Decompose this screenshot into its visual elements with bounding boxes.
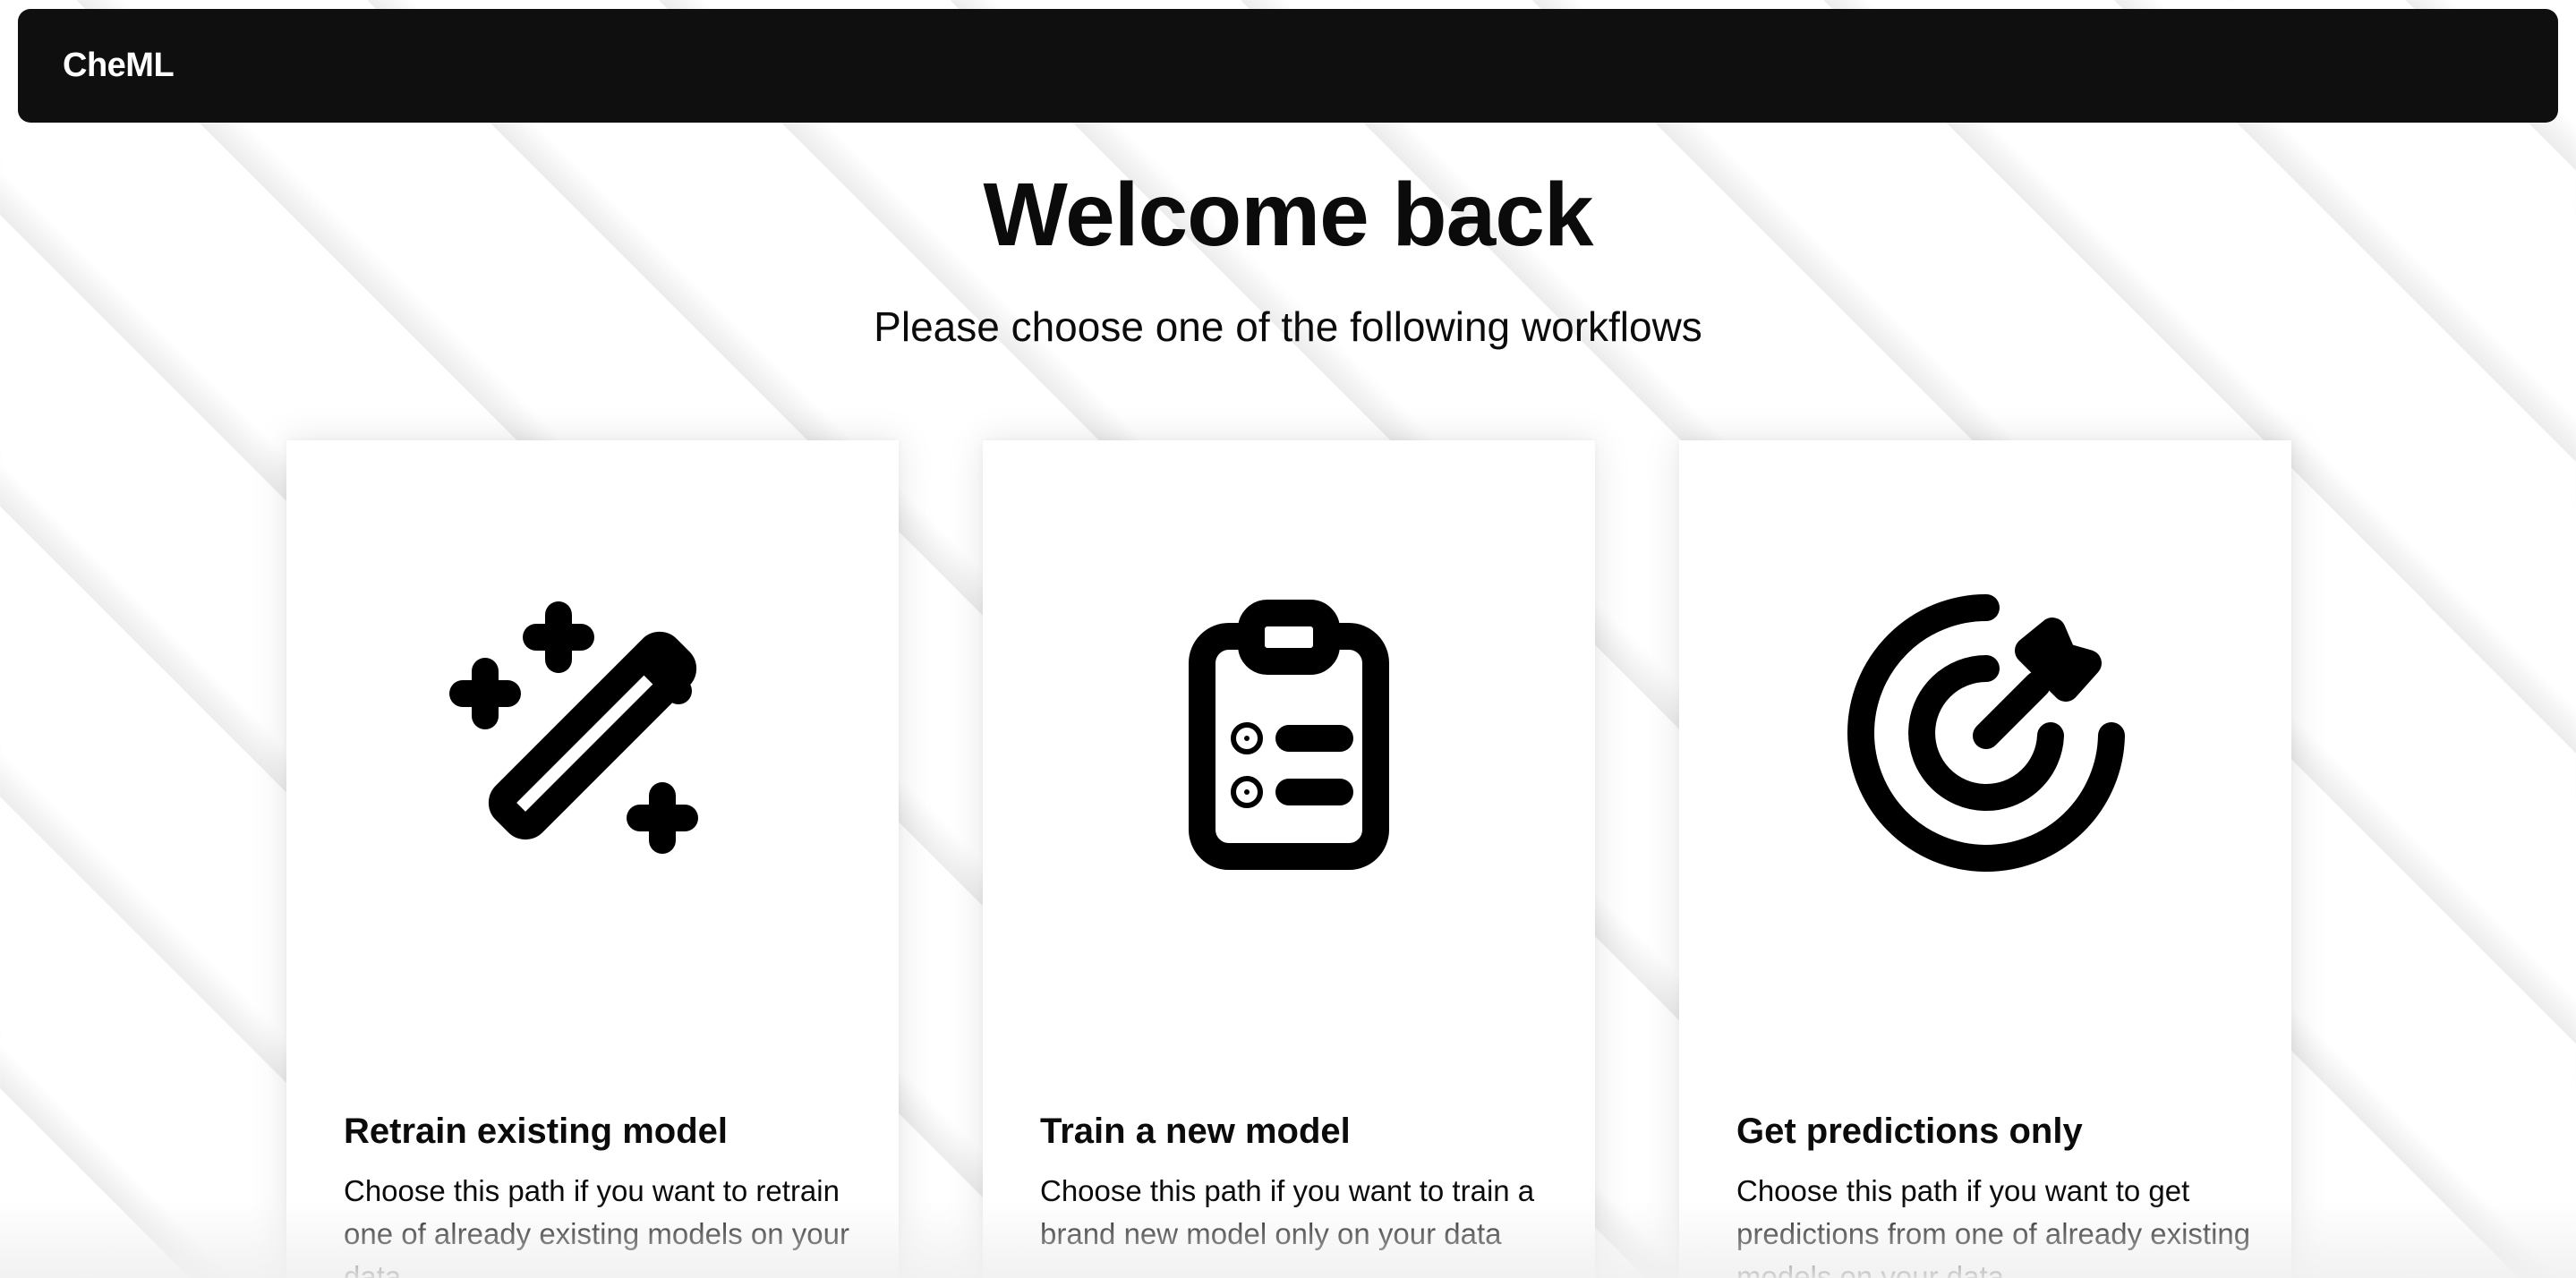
workflow-description: Choose this path if you want to get pred…: [1736, 1174, 2251, 1278]
page-subtitle: Please choose one of the following workf…: [874, 303, 1702, 350]
workflow-card-predictions[interactable]: Get predictions only Choose this path if…: [1679, 440, 2291, 1278]
workflow-title: Train a new model: [1040, 1112, 1351, 1151]
magic-wand-icon: [286, 588, 899, 883]
brand-logo-text[interactable]: CheML: [63, 47, 175, 85]
page-title: Welcome back: [983, 165, 1594, 265]
workflow-title: Get predictions only: [1736, 1112, 2083, 1151]
workflow-title: Retrain existing model: [344, 1112, 728, 1151]
clipboard-list-icon: [983, 588, 1595, 883]
target-arrow-icon: [1679, 588, 2291, 883]
workflow-description: Choose this path if you want to retrain …: [344, 1174, 849, 1278]
top-navbar: CheML: [18, 9, 2558, 123]
workflow-card-retrain[interactable]: Retrain existing model Choose this path …: [286, 440, 899, 1278]
workflow-description: Choose this path if you want to train a …: [1040, 1174, 1535, 1250]
workflow-card-train-new[interactable]: Train a new model Choose this path if yo…: [983, 440, 1595, 1278]
